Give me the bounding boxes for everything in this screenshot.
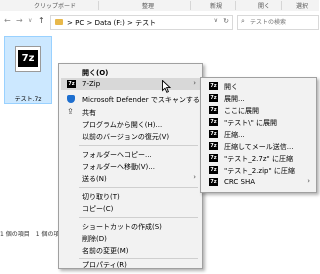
mouse-cursor-icon <box>162 80 171 93</box>
forward-arrow-icon[interactable]: → <box>16 16 23 25</box>
submenu-arrow-icon: › <box>307 177 310 185</box>
menu-separator <box>79 145 198 146</box>
zip-item-add-to-zip[interactable]: 7z "テスト_2.zip" に圧縮 <box>203 164 314 176</box>
ribbon-divider <box>190 1 191 10</box>
share-icon: ⇪ <box>67 107 74 116</box>
7zip-logo: 7z <box>18 50 38 67</box>
menu-item-cut[interactable]: 切り取り(T) <box>61 190 200 202</box>
ribbon-divider <box>281 1 282 10</box>
menu-item-properties[interactable]: プロパティ(R) <box>61 258 200 270</box>
search-box[interactable]: ⌕ <box>237 15 319 30</box>
7zip-icon: 7z <box>209 178 218 186</box>
breadcrumb-pc[interactable]: PC <box>75 19 84 27</box>
menu-item-restore-previous-versions[interactable]: 以前のバージョンの復元(V) <box>61 130 200 142</box>
ribbon-divider <box>98 1 99 10</box>
7zip-icon: 7z <box>209 142 218 150</box>
breadcrumb: > PC > Data (F:) > テスト <box>67 18 156 28</box>
7zip-icon: 7z <box>209 94 218 102</box>
file-name: テスト.7z <box>14 96 42 103</box>
menu-item-copy[interactable]: コピー(C) <box>61 202 200 214</box>
zip-item-add-to-archive[interactable]: 7z 圧縮... <box>203 128 314 140</box>
search-icon: ⌕ <box>241 17 245 25</box>
7zip-icon: 7z <box>209 130 218 138</box>
refresh-icon[interactable]: ↻ <box>223 17 229 25</box>
ribbon-group-new[interactable]: 新規 <box>210 1 222 10</box>
context-menu: 開く(O) 7z 7-Zip › Microsoft Defender でスキャ… <box>58 63 207 270</box>
7zip-icon: 7z <box>67 80 76 88</box>
folder-icon <box>55 19 63 25</box>
menu-separator <box>79 187 198 188</box>
breadcrumb-drive[interactable]: Data (F:) <box>95 19 125 27</box>
ribbon-group-clipboard[interactable]: クリップボード <box>34 1 76 10</box>
ribbon-group-open[interactable]: 開く <box>258 1 270 10</box>
breadcrumb-separator: > <box>86 19 93 27</box>
defender-shield-icon <box>67 95 75 103</box>
menu-item-defender-scan[interactable]: Microsoft Defender でスキャンする... <box>61 93 207 105</box>
7zip-icon: 7z <box>209 166 218 174</box>
zip-item-compress-and-email[interactable]: 7z 圧縮してメール送信... <box>203 140 314 152</box>
recent-locations-chevron-icon[interactable]: ∨ <box>28 17 32 24</box>
breadcrumb-separator: > <box>67 19 73 27</box>
menu-item-share[interactable]: ⇪ 共有 <box>61 106 200 118</box>
7zip-submenu: 7z 開く 7z 展開... 7z ここに展開 7z "テスト\" に展開 7z… <box>200 77 317 193</box>
menu-item-7zip[interactable]: 7z 7-Zip › <box>61 78 200 90</box>
menu-item-create-shortcut[interactable]: ショートカットの作成(S) <box>61 220 200 232</box>
menu-separator <box>79 217 198 218</box>
7zip-icon: 7z <box>209 106 218 114</box>
address-dropdown-chevron-icon[interactable]: ∨ <box>214 17 218 24</box>
breadcrumb-folder[interactable]: テスト <box>135 19 156 27</box>
zip-item-crc-sha[interactable]: 7z CRC SHA › <box>203 176 314 188</box>
7zip-icon: 7z <box>209 154 218 162</box>
zip-item-extract-to-folder[interactable]: 7z "テスト\" に展開 <box>203 116 314 128</box>
ribbon-group-select[interactable]: 選択 <box>296 1 308 10</box>
zip-item-add-to-7z[interactable]: 7z "テスト_2.7z" に圧縮 <box>203 152 314 164</box>
menu-item-open-with[interactable]: プログラムから開く(H)... <box>61 118 200 130</box>
address-row: ← → ∨ ↑ > PC > Data (F:) > テスト ∨ ↻ ⌕ <box>0 11 319 31</box>
search-input[interactable] <box>250 17 314 27</box>
submenu-arrow-icon: › <box>193 173 196 181</box>
menu-item-move-to-folder[interactable]: フォルダーへ移動(V)... <box>61 160 200 172</box>
selected-file-item[interactable]: 7z テスト.7z <box>4 36 52 104</box>
back-arrow-icon[interactable]: ← <box>4 16 11 25</box>
ribbon-divider <box>235 1 236 10</box>
menu-item-rename[interactable]: 名前の変更(M) <box>61 244 200 256</box>
menu-item-copy-to-folder[interactable]: フォルダーへコピー... <box>61 148 200 160</box>
zip-item-extract-here[interactable]: 7z ここに展開 <box>203 104 314 116</box>
ribbon-group-organize[interactable]: 整理 <box>142 1 154 10</box>
zip-item-open[interactable]: 7z 開く <box>203 80 314 92</box>
menu-item-open[interactable]: 開く(O) <box>61 66 200 78</box>
submenu-arrow-icon: › <box>193 79 196 87</box>
menu-item-delete[interactable]: 削除(D) <box>61 232 200 244</box>
7zip-icon: 7z <box>209 118 218 126</box>
address-bar[interactable]: > PC > Data (F:) > テスト ∨ ↻ <box>50 15 233 30</box>
7zip-archive-icon: 7z <box>15 46 41 72</box>
7zip-icon: 7z <box>209 82 218 90</box>
menu-item-send-to[interactable]: 送る(N) › <box>61 172 200 184</box>
breadcrumb-separator: > <box>127 19 133 27</box>
zip-item-extract-files[interactable]: 7z 展開... <box>203 92 314 104</box>
up-arrow-icon[interactable]: ↑ <box>38 16 45 25</box>
